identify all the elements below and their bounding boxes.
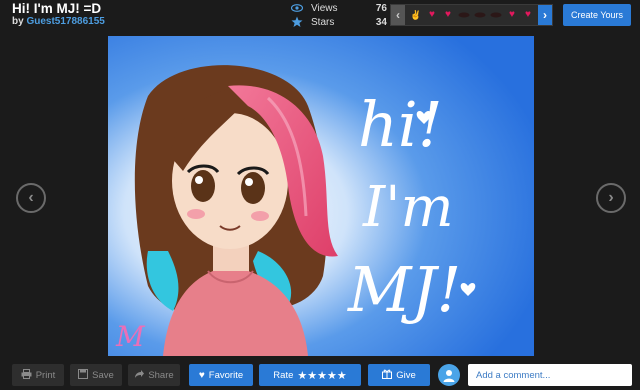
save-icon (78, 368, 89, 382)
byline-prefix: by (12, 16, 24, 27)
views-count: 76 (375, 2, 387, 14)
heart-icon: ♥ (198, 369, 205, 381)
lips-icon[interactable] (489, 11, 503, 20)
artwork-title: Hi! I'm MJ! =D (12, 1, 102, 16)
heart-icon[interactable]: ♥ (521, 10, 535, 20)
lips-icon[interactable] (457, 11, 471, 20)
thumb-hand-icon[interactable]: ✌ (409, 10, 423, 20)
prev-artwork-button[interactable]: ‹ (16, 183, 46, 213)
artist-signature: M (115, 320, 146, 353)
artwork-image: hi! I'm MJ! M (108, 36, 534, 356)
heart-icon[interactable]: ♥ (505, 10, 519, 20)
reaction-strip: ‹ ✌ ♥ ♥ ♥ ♥ › (390, 4, 553, 26)
stars-label: Stars (311, 16, 335, 28)
save-button[interactable]: Save (70, 364, 122, 386)
rate-button[interactable]: Rate ★★★★★ (259, 364, 361, 386)
share-button[interactable]: Share (128, 364, 180, 386)
give-button[interactable]: Give (368, 364, 430, 386)
create-yours-button[interactable]: Create Yours (563, 4, 631, 26)
print-button[interactable]: Print (12, 364, 64, 386)
stars-count: 34 (375, 16, 387, 28)
user-avatar[interactable] (438, 364, 460, 386)
save-label: Save (92, 369, 114, 381)
heart-icon[interactable]: ♥ (441, 10, 455, 20)
rating-stars[interactable]: ★★★★★ (297, 369, 346, 382)
lettering-mj: MJ! (347, 253, 461, 326)
comment-input[interactable] (468, 364, 632, 386)
views-stat: Views 76 (290, 1, 387, 15)
share-label: Share (148, 369, 174, 381)
heart-icon[interactable]: ♥ (425, 10, 439, 20)
share-icon (134, 369, 145, 382)
rate-label: Rate (273, 369, 294, 381)
eye-icon (290, 2, 304, 14)
give-label: Give (396, 369, 416, 381)
favorite-button[interactable]: ♥ Favorite (189, 364, 253, 386)
lettering-hi: hi! (358, 88, 443, 161)
favorite-label: Favorite (208, 369, 244, 381)
lettering-im: I'm (362, 175, 454, 240)
byline: by Guest517886155 (12, 16, 105, 27)
stars-stat: Stars 34 (291, 15, 387, 29)
next-artwork-button[interactable]: › (596, 183, 626, 213)
reaction-next-button[interactable]: › (538, 5, 552, 25)
gift-icon (382, 369, 393, 382)
reaction-icons: ✌ ♥ ♥ ♥ ♥ (405, 10, 535, 20)
author-link[interactable]: Guest517886155 (26, 16, 104, 27)
star-icon (291, 16, 303, 28)
printer-icon (21, 368, 32, 382)
print-label: Print (35, 369, 56, 381)
views-label: Views (311, 2, 338, 14)
reaction-prev-button[interactable]: ‹ (391, 5, 405, 25)
lips-icon[interactable] (473, 11, 487, 20)
